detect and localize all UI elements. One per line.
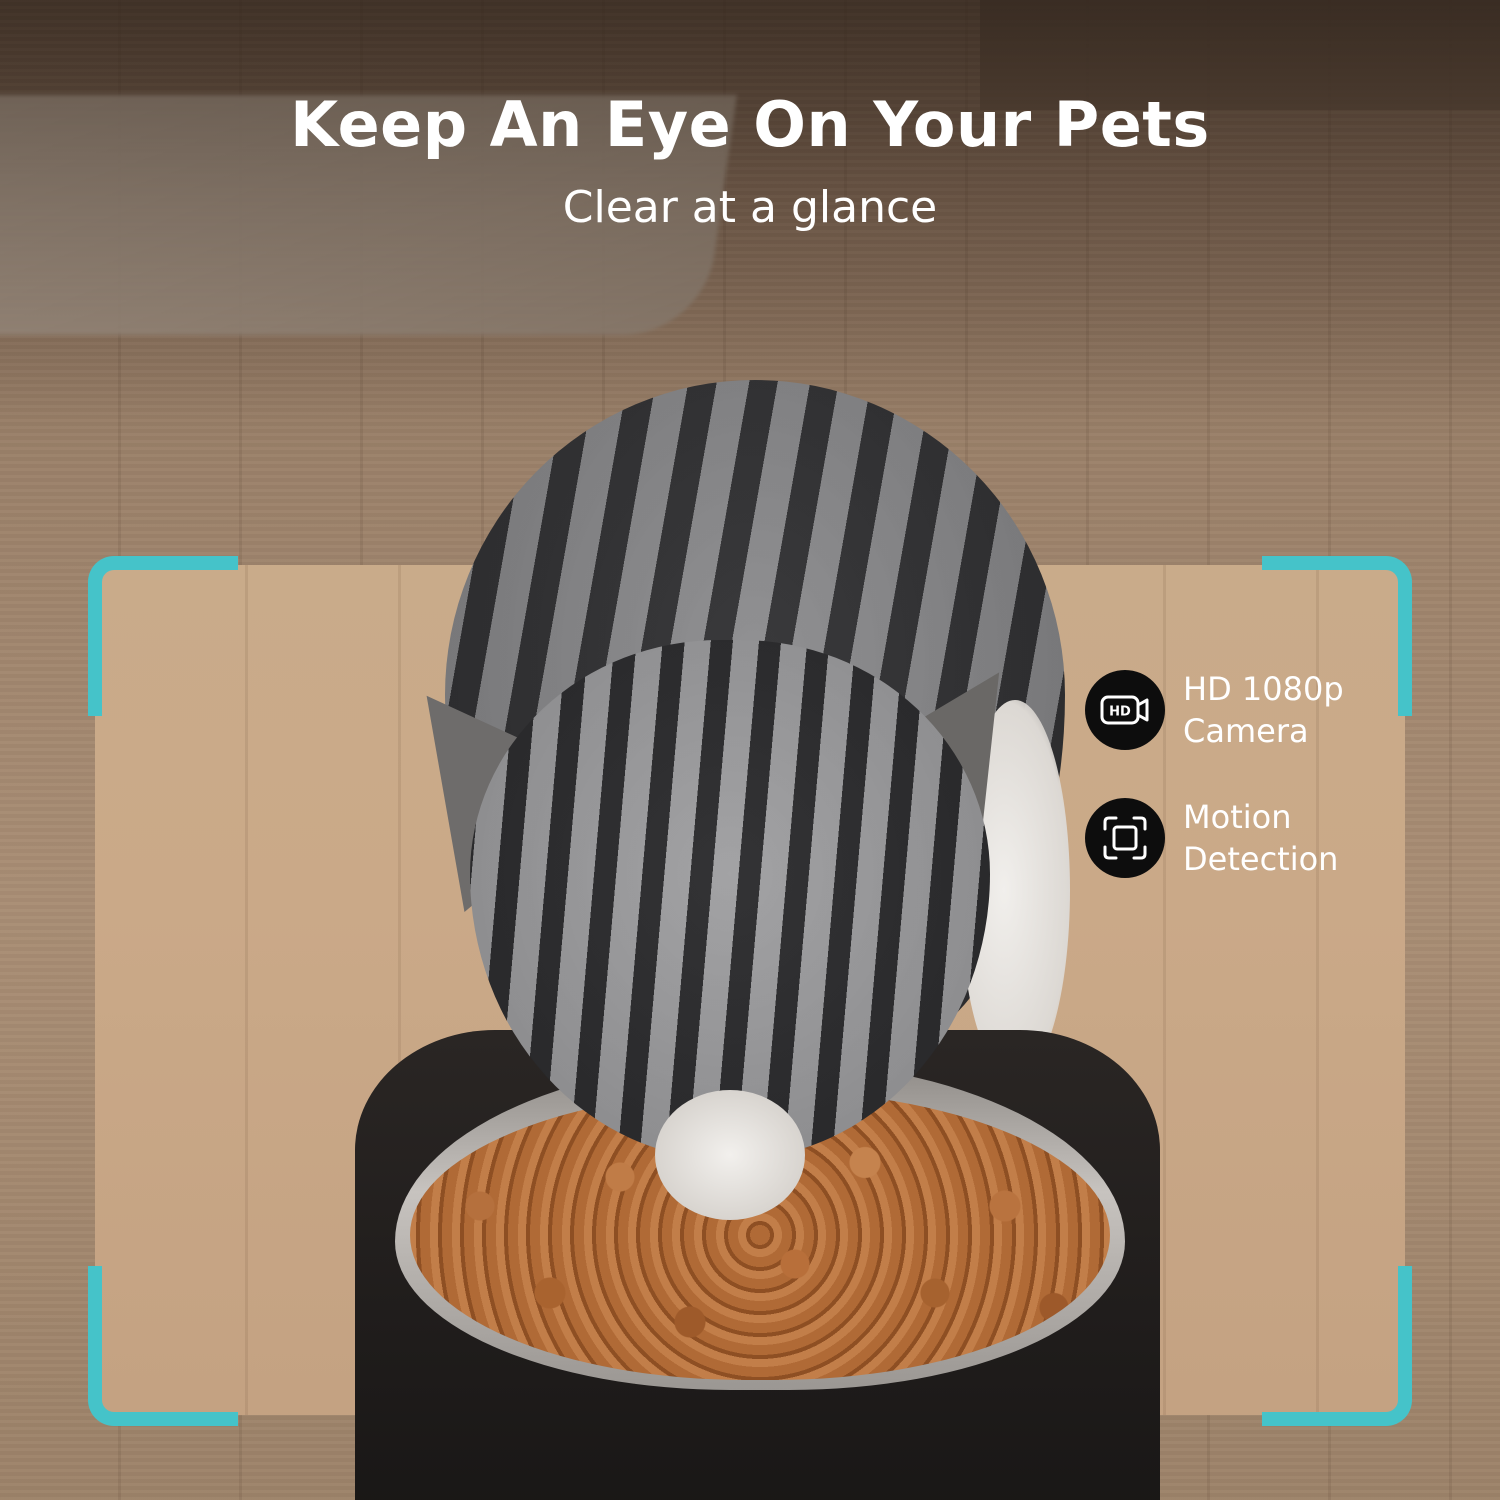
- feature-title: HD 1080p: [1183, 670, 1344, 708]
- frame-corner-bottom-right: [1262, 1266, 1412, 1426]
- feature-motion-detection: Motion Detection: [1085, 796, 1393, 880]
- frame-corner-top-left: [88, 556, 238, 716]
- product-photo: Keep An Eye On Your Pets Clear at a glan…: [0, 0, 1500, 1500]
- feature-subtitle: Camera: [1183, 712, 1309, 750]
- motion-detection-icon: [1085, 798, 1165, 878]
- page-title: Keep An Eye On Your Pets: [290, 88, 1210, 161]
- feature-title: Motion: [1183, 798, 1292, 836]
- feature-subtitle: Detection: [1183, 840, 1339, 878]
- page-subtitle: Clear at a glance: [562, 182, 938, 233]
- hd-camera-icon: HD: [1085, 670, 1165, 750]
- svg-text:HD: HD: [1109, 705, 1131, 720]
- frame-corner-bottom-left: [88, 1266, 238, 1426]
- cat-muzzle: [655, 1090, 805, 1220]
- feature-hd-camera: HD HD 1080p Camera: [1085, 668, 1393, 752]
